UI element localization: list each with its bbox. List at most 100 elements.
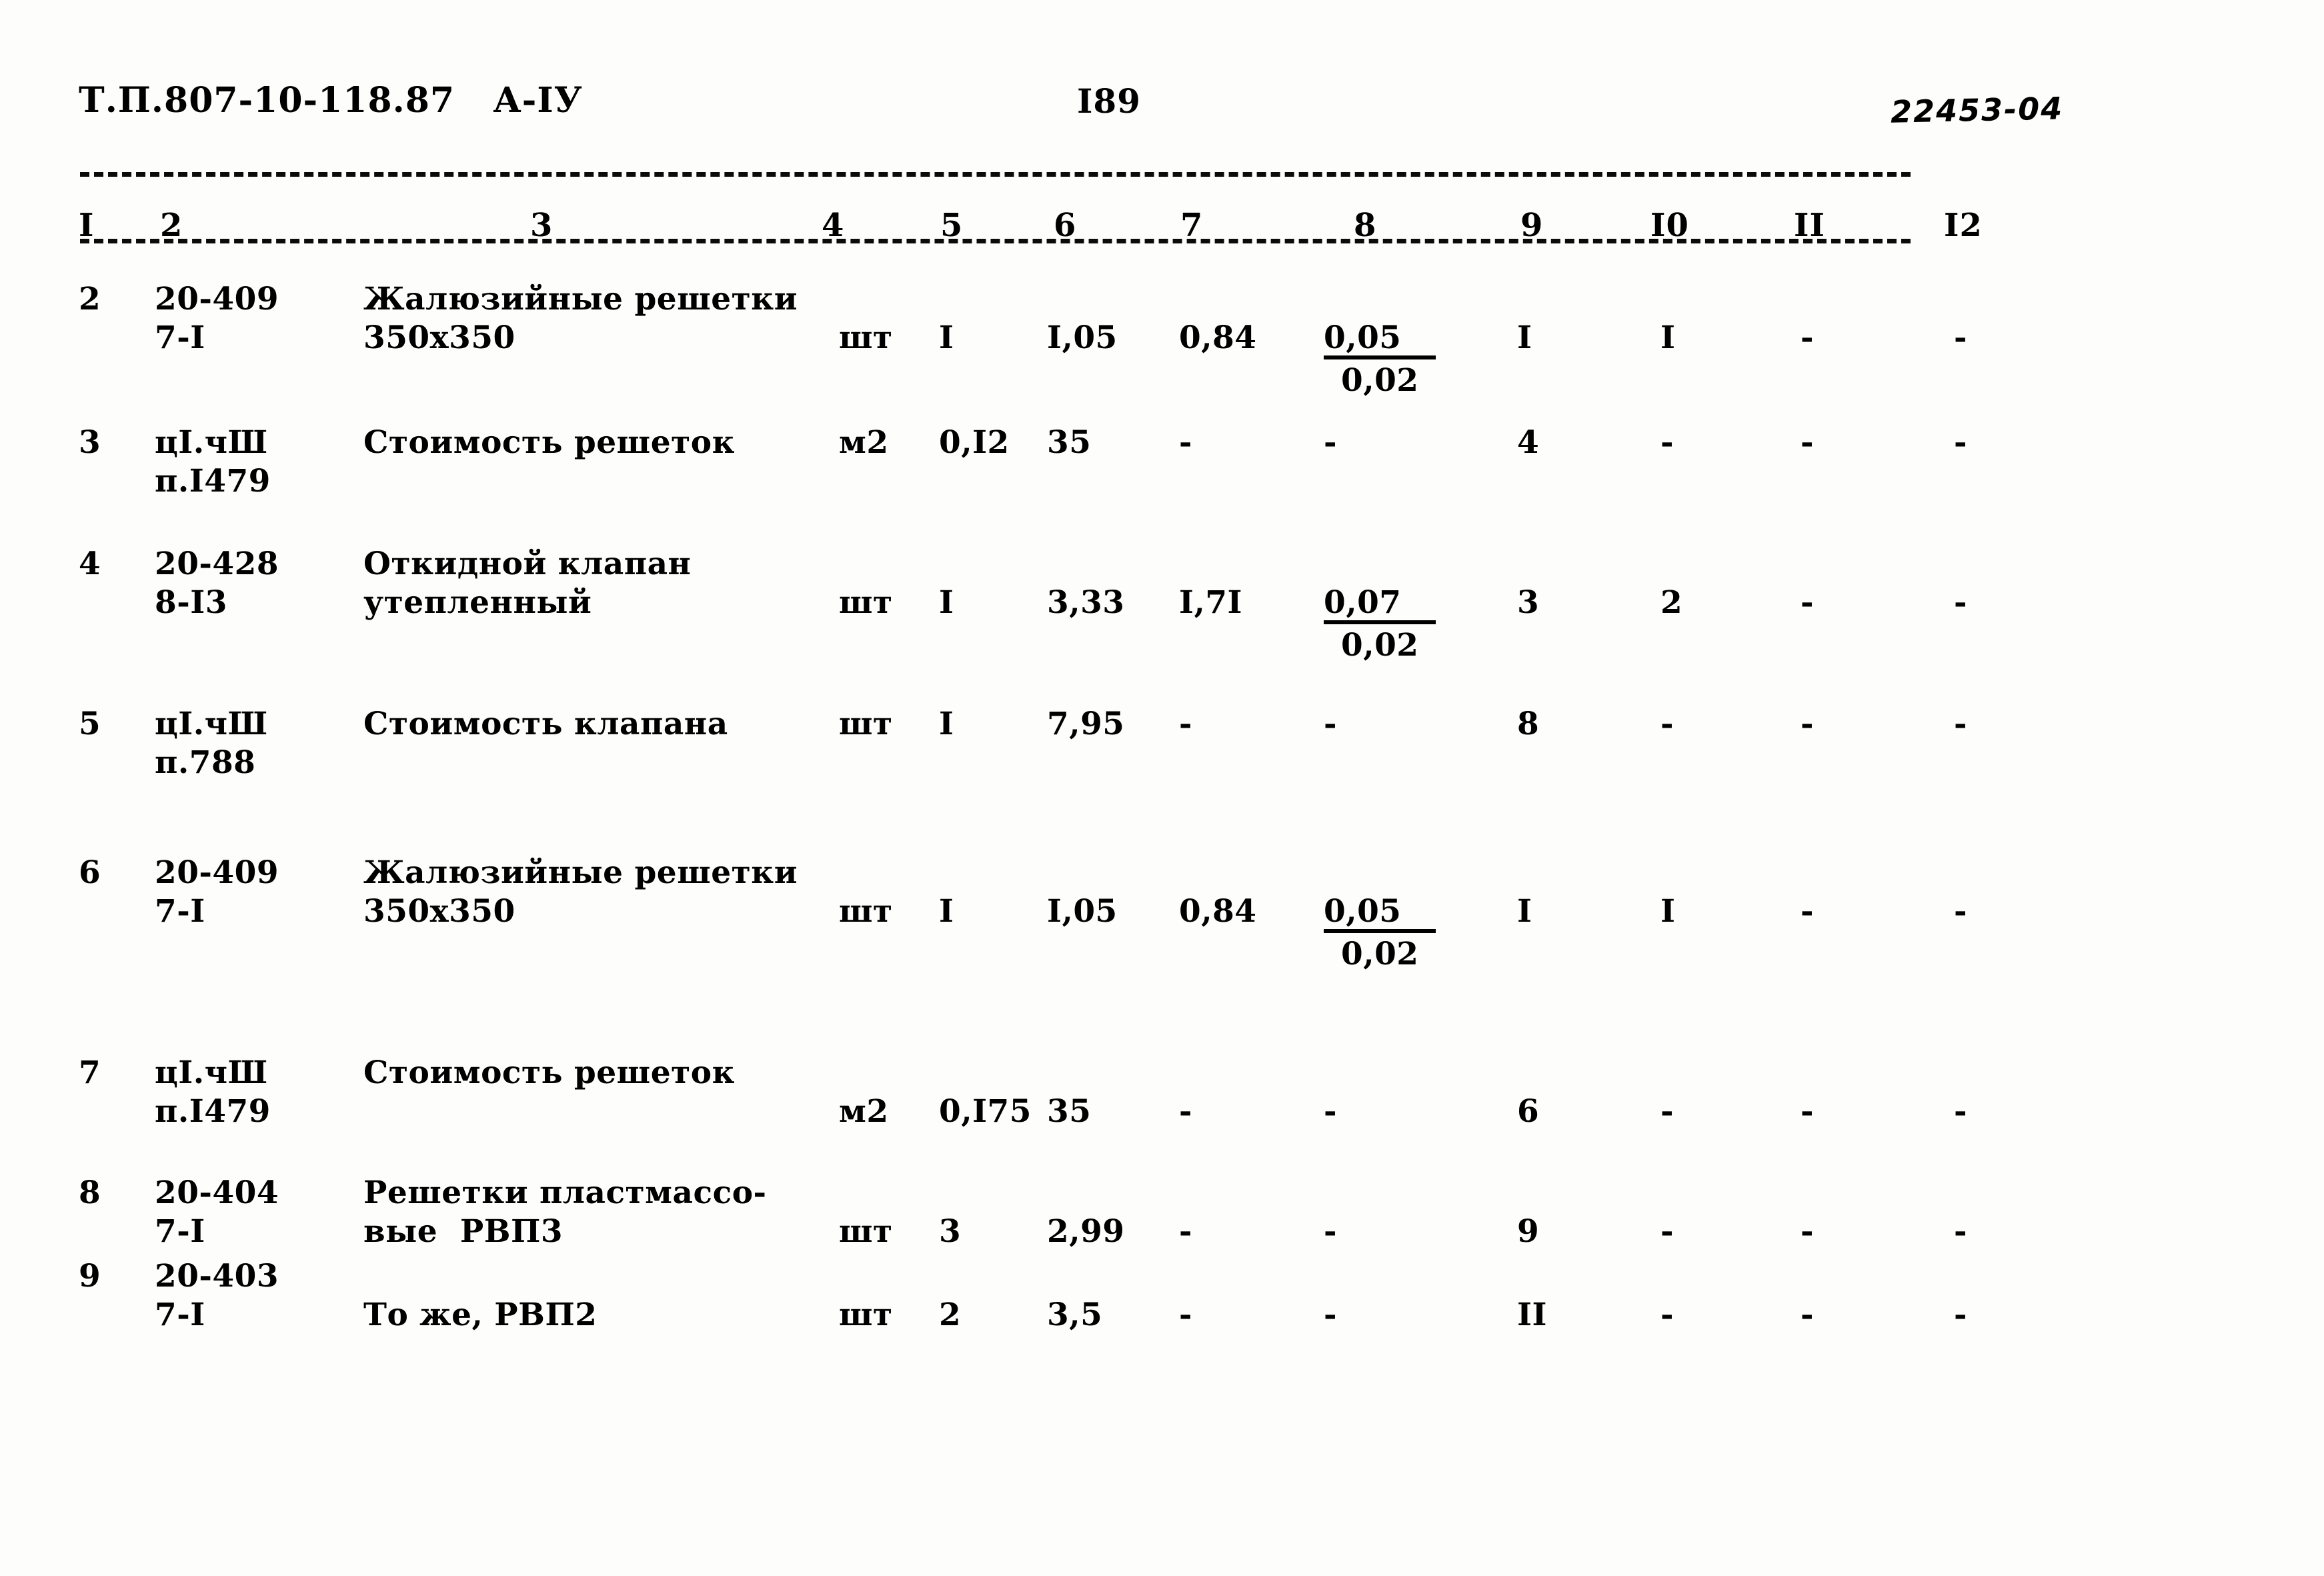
- row-unit-cell: шт: [839, 1297, 893, 1333]
- row-value-col12: -: [1954, 319, 1968, 356]
- row-code-line-2: п.788: [155, 744, 256, 781]
- row-value-col6: 3,33: [1047, 584, 1125, 621]
- row-unit-cell: шт: [839, 319, 893, 356]
- archive-stamp-code: 22453-04: [1890, 90, 2064, 130]
- row-value-col10: -: [1660, 424, 1674, 461]
- row-value-col9: I: [1517, 319, 1532, 356]
- row-value-col5: I: [939, 706, 954, 742]
- row-unit-cell: м2: [839, 1093, 889, 1130]
- row-code-line-2: 7-I: [155, 1297, 205, 1333]
- row-unit-cell: шт: [839, 706, 893, 742]
- column-header-rule: [80, 239, 1911, 243]
- row-value-col5: I: [939, 584, 954, 621]
- column-number-7: 7: [1180, 207, 1204, 244]
- row-value-col10: I: [1660, 893, 1676, 930]
- column-number-10: I0: [1650, 207, 1689, 244]
- row-position-number: 3: [79, 424, 101, 461]
- row-name-line-1: Стоимость клапана: [363, 706, 728, 742]
- document-header: Т.П.807-10-118.87 А-IУ I89 22453-04: [0, 80, 2324, 130]
- row-value-col12: -: [1954, 584, 1968, 621]
- row-value-col12: -: [1954, 1093, 1968, 1130]
- row-value-col6: I,05: [1047, 893, 1118, 930]
- row-code-line-2: п.I479: [155, 1093, 271, 1130]
- document-code: Т.П.807-10-118.87 А-IУ: [79, 80, 583, 121]
- row-value-col5: 0,I2: [939, 424, 1010, 461]
- row-value-col6: 2,99: [1047, 1213, 1125, 1250]
- column-number-3: 3: [530, 207, 553, 244]
- column-number-4: 4: [822, 207, 845, 244]
- row-value-col8-fraction: 0,05 0,02: [1324, 322, 1436, 397]
- row-name-line-1: Стоимость решеток: [363, 424, 736, 461]
- fraction-numerator: 0,05: [1324, 322, 1436, 359]
- row-value-col9: 6: [1517, 1093, 1540, 1130]
- document-page: Т.П.807-10-118.87 А-IУ I89 22453-04 I 2 …: [0, 0, 2324, 1576]
- page-number: I89: [1077, 81, 1141, 121]
- row-value-col12: -: [1954, 706, 1968, 742]
- row-value-col9: I: [1517, 893, 1532, 930]
- row-position-number: 5: [79, 706, 101, 742]
- row-value-col6: I,05: [1047, 319, 1118, 356]
- row-name-line-1: Откидной клапан: [363, 546, 692, 582]
- table-top-rule: [80, 172, 1911, 177]
- row-value-col5: I: [939, 893, 954, 930]
- row-value-col11: -: [1801, 706, 1815, 742]
- row-unit-cell: шт: [839, 893, 893, 930]
- row-name-line-1: Жалюзийные решетки: [363, 854, 798, 891]
- row-code-line-2: 7-I: [155, 319, 205, 356]
- row-value-col9: 4: [1517, 424, 1540, 461]
- row-code-line-1: 20-409: [155, 854, 279, 891]
- row-value-col6: 3,5: [1047, 1297, 1103, 1333]
- row-value-col7: -: [1179, 1297, 1193, 1333]
- row-value-col5: I: [939, 319, 954, 356]
- row-value-col11: -: [1801, 893, 1815, 930]
- row-name-line-1: Стоимость решеток: [363, 1054, 736, 1091]
- row-value-col7: -: [1179, 424, 1193, 461]
- row-value-col7: 0,84: [1179, 319, 1257, 356]
- row-code-line-2: 8-I3: [155, 584, 227, 621]
- row-code-line-2: 7-I: [155, 893, 205, 930]
- row-code-line-1: 20-404: [155, 1174, 279, 1211]
- row-value-col12: -: [1954, 1213, 1968, 1250]
- column-number-11: II: [1794, 207, 1825, 244]
- row-value-col5: 3: [939, 1213, 962, 1250]
- row-value-col10: -: [1660, 1213, 1674, 1250]
- column-number-5: 5: [940, 207, 964, 244]
- row-name-line-2: вые РВП3: [363, 1213, 563, 1250]
- column-number-9: 9: [1520, 207, 1544, 244]
- row-name-line-2: утепленный: [363, 584, 592, 621]
- row-code-line-1: цI.чШ: [155, 424, 268, 461]
- fraction-numerator: 0,05: [1324, 896, 1436, 933]
- row-unit-cell: м2: [839, 424, 889, 461]
- row-value-col7: -: [1179, 706, 1193, 742]
- row-name-line-2: 350x350: [363, 319, 515, 356]
- row-value-col12: -: [1954, 893, 1968, 930]
- row-value-col11: -: [1801, 1297, 1815, 1333]
- row-value-col6: 7,95: [1047, 706, 1125, 742]
- row-unit-cell: шт: [839, 584, 893, 621]
- row-value-col9: II: [1517, 1297, 1547, 1333]
- fraction-numerator: 0,07: [1324, 587, 1436, 624]
- row-value-col10: 2: [1660, 584, 1683, 621]
- row-value-col8-fraction: 0,07 0,02: [1324, 587, 1436, 662]
- row-name-line-2: То же, РВП2: [363, 1297, 598, 1333]
- row-code-line-1: 20-403: [155, 1258, 279, 1295]
- row-position-number: 4: [79, 546, 101, 582]
- row-value-col7: -: [1179, 1093, 1193, 1130]
- row-value-col8: -: [1324, 1297, 1338, 1333]
- row-value-col11: -: [1801, 1093, 1815, 1130]
- row-code-line-1: 20-428: [155, 546, 279, 582]
- row-value-col11: -: [1801, 1213, 1815, 1250]
- row-name-line-1: Решетки пластмассо-: [363, 1174, 767, 1211]
- column-number-12: I2: [1944, 207, 1983, 244]
- row-value-col8: -: [1324, 706, 1338, 742]
- row-value-col6: 35: [1047, 1093, 1092, 1130]
- row-value-col10: -: [1660, 1297, 1674, 1333]
- row-name-line-2: 350x350: [363, 893, 515, 930]
- row-unit-cell: шт: [839, 1213, 893, 1250]
- row-value-col5: 2: [939, 1297, 962, 1333]
- row-code-line-1: цI.чШ: [155, 706, 268, 742]
- row-position-number: 7: [79, 1054, 101, 1091]
- column-number-2: 2: [160, 207, 183, 244]
- row-value-col7: 0,84: [1179, 893, 1257, 930]
- row-name-line-1: Жалюзийные решетки: [363, 281, 798, 317]
